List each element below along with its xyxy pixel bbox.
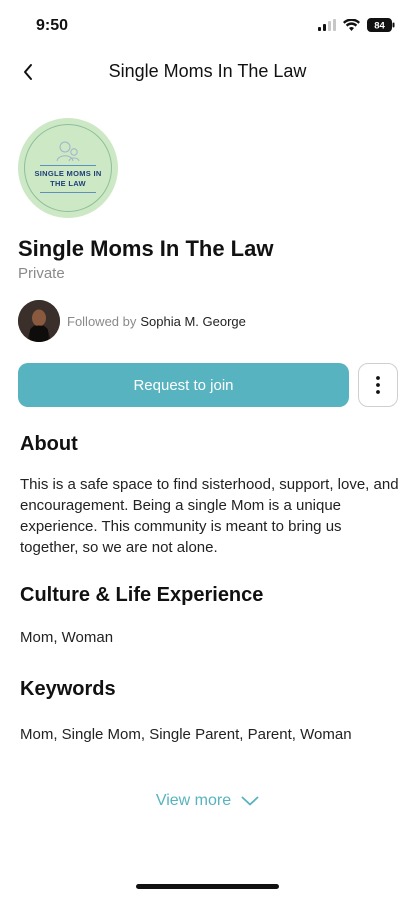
battery-icon: 84	[367, 18, 395, 32]
followed-by-row: Followed by Sophia M. George	[18, 300, 246, 342]
nav-header: Single Moms In The Law	[0, 50, 415, 94]
request-to-join-button[interactable]: Request to join	[18, 363, 349, 407]
more-vertical-icon	[376, 376, 380, 394]
mother-child-illustration-icon	[56, 141, 80, 162]
group-logo-text: SINGLE MOMS IN THE LAW	[34, 169, 102, 188]
cellular-signal-icon	[318, 19, 336, 31]
status-bar: 9:50 84	[0, 0, 415, 46]
logo-divider	[40, 165, 96, 166]
chevron-down-icon	[241, 796, 259, 806]
avatar[interactable]	[18, 300, 60, 342]
status-time: 9:50	[36, 17, 69, 34]
followed-by-label: Followed by	[67, 313, 137, 329]
wifi-icon	[343, 19, 360, 31]
group-privacy: Private	[18, 265, 65, 282]
culture-heading: Culture & Life Experience	[20, 584, 264, 606]
logo-divider	[40, 192, 96, 193]
keywords-text: Mom, Single Mom, Single Parent, Parent, …	[20, 726, 352, 743]
about-heading: About	[20, 433, 78, 455]
group-name: Single Moms In The Law	[18, 236, 274, 261]
keywords-heading: Keywords	[20, 678, 116, 700]
status-icons: 84	[318, 17, 395, 33]
about-text: This is a safe space to find sisterhood,…	[20, 476, 399, 556]
person-photo-icon	[18, 300, 60, 342]
group-logo-badge: SINGLE MOMS IN THE LAW	[24, 124, 112, 212]
page-title: Single Moms In The Law	[108, 61, 307, 81]
follower-name[interactable]: Sophia M. George	[140, 314, 246, 329]
view-more-label: View more	[155, 792, 232, 809]
battery-level: 84	[374, 21, 385, 32]
group-logo: SINGLE MOMS IN THE LAW	[18, 118, 118, 218]
more-options-button[interactable]	[358, 363, 398, 407]
view-more-button[interactable]: View more	[0, 792, 415, 810]
home-indicator[interactable]	[136, 884, 279, 889]
culture-text: Mom, Woman	[20, 629, 114, 646]
